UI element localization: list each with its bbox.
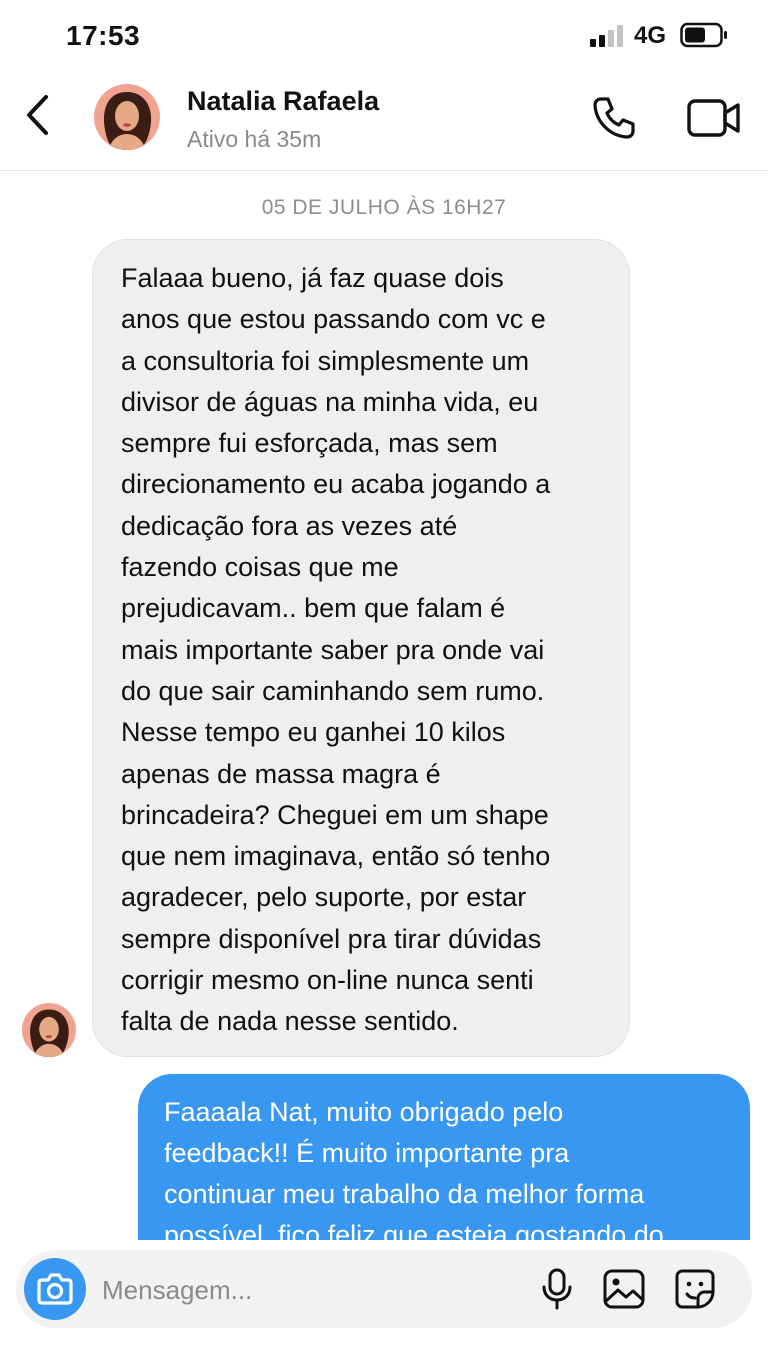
camera-button[interactable] xyxy=(24,1258,86,1320)
sticker-icon[interactable] xyxy=(674,1268,716,1310)
phone-icon[interactable] xyxy=(590,94,638,142)
outgoing-message-bubble[interactable]: Faaaala Nat, muito obrigado pelo feedbac… xyxy=(138,1074,750,1240)
gallery-icon[interactable] xyxy=(602,1268,646,1310)
message-line: agradecer, pelo suporte, por estar xyxy=(121,882,527,913)
message-line: dedicação fora as vezes até xyxy=(121,510,458,541)
message-line: apenas de massa magra é xyxy=(121,758,441,789)
message-line: falta de nada nesse sentido. xyxy=(121,1006,459,1037)
message-composer xyxy=(16,1250,752,1328)
camera-icon xyxy=(37,1273,73,1305)
video-camera-icon[interactable] xyxy=(686,96,742,140)
message-line: do que sair caminhando sem rumo. xyxy=(121,675,545,706)
message-input[interactable] xyxy=(100,1264,524,1316)
message-line: prejudicavam.. bem que falam é xyxy=(121,593,506,624)
contact-activity-status: Ativo há 35m xyxy=(187,126,322,152)
outgoing-message-viewport: Faaaala Nat, muito obrigado pelo feedbac… xyxy=(0,1070,768,1240)
message-line: fazendo coisas que me xyxy=(121,552,399,583)
message-line: divisor de águas na minha vida, eu xyxy=(121,386,539,417)
message-line: Faaaala Nat, muito obrigado pelo xyxy=(164,1097,564,1127)
back-chevron-icon[interactable] xyxy=(20,90,60,140)
network-type: 4G xyxy=(634,22,667,49)
microphone-icon[interactable] xyxy=(540,1268,574,1310)
contact-name[interactable]: Natalia Rafaela xyxy=(187,86,379,117)
sender-avatar[interactable] xyxy=(22,1003,76,1057)
message-line: direcionamento eu acaba jogando a xyxy=(121,469,551,500)
status-bar: 17:53 4G xyxy=(0,0,768,72)
message-line: possível, fico feliz que esteja gostando… xyxy=(164,1220,664,1240)
status-time: 17:53 xyxy=(66,20,141,51)
message-line: feedback!! É muito importante pra xyxy=(164,1138,570,1168)
message-line: mais importante saber pra onde vai xyxy=(121,634,545,665)
message-line: a consultoria foi simplesmente um xyxy=(121,345,530,376)
message-line: Falaaa bueno, já faz quase dois xyxy=(121,263,504,293)
chat-header: Natalia Rafaela Ativo há 35m xyxy=(0,72,768,171)
message-line: anos que estou passando com vc e xyxy=(121,304,546,335)
message-line: sempre fui esforçada, mas sem xyxy=(121,428,498,459)
message-line: brincadeira? Cheguei em um shape xyxy=(121,799,549,830)
signal-strength-icon xyxy=(590,25,623,47)
message-line: continuar meu trabalho da melhor forma xyxy=(164,1179,645,1209)
message-line: corrigir mesmo on-line nunca senti xyxy=(121,965,534,996)
message-line: sempre disponível pra tirar dúvidas xyxy=(121,923,542,954)
contact-avatar[interactable] xyxy=(94,84,160,150)
battery-icon xyxy=(680,22,727,48)
message-line: Nesse tempo eu ganhei 10 kilos xyxy=(121,717,506,748)
message-line: que nem imaginava, então só tenho xyxy=(121,841,551,872)
date-separator: 05 DE JULHO ÀS 16H27 xyxy=(261,196,507,219)
incoming-message-bubble[interactable]: Falaaa bueno, já faz quase dois anos que… xyxy=(92,239,630,1057)
